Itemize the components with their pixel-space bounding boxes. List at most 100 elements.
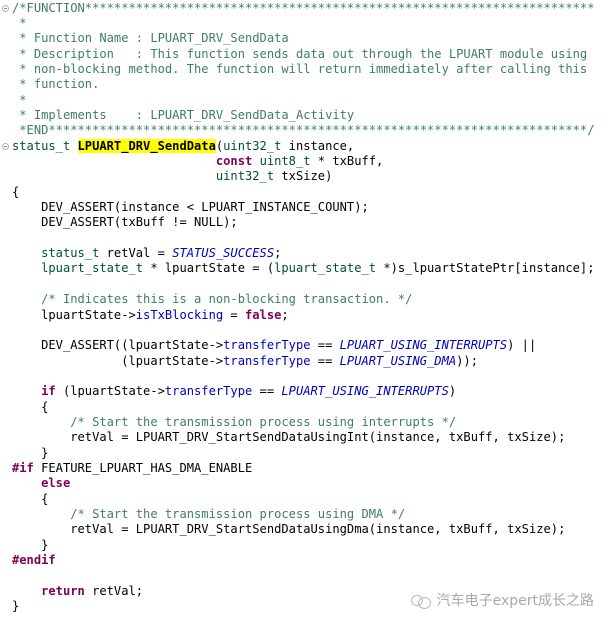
code-keyword: else: [41, 476, 71, 491]
fold-toggle-icon[interactable]: [2, 142, 9, 150]
code-line[interactable]: * Implements : LPUART_DRV_SendData_Activ…: [12, 108, 354, 123]
code-editor[interactable]: /*FUNCTION******************************…: [0, 0, 614, 629]
code-text: }: [12, 537, 49, 552]
code-comment: *END************************************…: [12, 123, 595, 138]
code-type: status_t: [12, 138, 78, 153]
code-text: retVal =: [99, 246, 173, 261]
code-line[interactable]: return retVal;: [12, 584, 143, 599]
code-comment: * Implements : LPUART_DRV_SendData_Activ…: [12, 107, 355, 122]
code-line[interactable]: if (lpuartState->transferType == LPUART_…: [12, 384, 456, 399]
code-text: }: [12, 599, 20, 614]
code-line[interactable]: }: [12, 538, 48, 553]
code-line[interactable]: {: [12, 492, 48, 507]
code-preprocessor: #endif: [12, 553, 56, 568]
code-comment: /* Start the transmission process using …: [12, 507, 406, 522]
code-line[interactable]: }: [12, 446, 48, 461]
code-comment: * function.: [12, 77, 100, 92]
code-text: DEV_ASSERT(instance < LPUART_INSTANCE_CO…: [12, 200, 369, 215]
code-text: ;: [274, 246, 282, 261]
code-line[interactable]: {: [12, 185, 19, 200]
code-comment: * non-blocking method. The function will…: [12, 61, 588, 76]
code-comment: * Function Name : LPUART_DRV_SendData: [12, 31, 289, 46]
code-line[interactable]: status_t LPUART_DRV_SendData(uint32_t in…: [12, 138, 354, 154]
code-type: uint32_t: [223, 138, 282, 153]
code-keyword: const: [215, 154, 253, 168]
code-text: {: [12, 399, 49, 414]
code-text: ));: [456, 353, 478, 368]
code-line[interactable]: DEV_ASSERT(instance < LPUART_INSTANCE_CO…: [12, 200, 369, 215]
code-enum-constant: LPUART_USING_INTERRUPTS: [339, 338, 508, 353]
code-text: (lpuartState->: [12, 353, 224, 368]
code-text: ==: [310, 353, 340, 368]
code-text: lpuartState->: [12, 307, 136, 322]
code-line[interactable]: lpuartState->isTxBlocking = false;: [12, 308, 289, 323]
code-text: ) ||: [507, 338, 537, 353]
code-line[interactable]: /* Indicates this is a non-blocking tran…: [12, 292, 412, 307]
code-type: lpuart_state_t: [41, 261, 144, 276]
code-line[interactable]: *: [12, 15, 27, 31]
code-field: transferType: [223, 353, 311, 368]
code-keyword: return: [41, 583, 85, 598]
code-line[interactable]: DEV_ASSERT(txBuff != NULL);: [12, 215, 238, 230]
code-text: ): [448, 384, 457, 399]
code-line[interactable]: * non-blocking method. The function will…: [12, 62, 587, 77]
code-type: lpuart_state_t: [274, 261, 377, 276]
code-field: transferType: [164, 384, 253, 399]
code-text: ==: [252, 384, 282, 399]
code-type: uint32_t: [215, 169, 275, 184]
code-line[interactable]: (lpuartState->transferType == LPUART_USI…: [12, 354, 478, 369]
code-line[interactable]: lpuart_state_t * lpuartState = (lpuart_s…: [12, 261, 595, 276]
code-line[interactable]: retVal = LPUART_DRV_StartSendDataUsingDm…: [12, 522, 565, 537]
code-text: * lpuartState = (: [143, 261, 275, 276]
code-text: * txBuff,: [310, 154, 384, 168]
code-line[interactable]: const uint8_t * txBuff,: [12, 154, 383, 169]
code-line[interactable]: * function.: [12, 77, 99, 92]
code-line[interactable]: * Description : This function sends data…: [12, 47, 587, 62]
code-text: {: [12, 491, 49, 506]
code-text: {: [12, 184, 20, 199]
code-line[interactable]: {: [12, 400, 48, 415]
code-line[interactable]: #endif: [12, 553, 56, 568]
code-type: status_t: [41, 246, 100, 261]
code-comment: /*FUNCTION******************************…: [12, 0, 595, 15]
code-line[interactable]: status_t retVal = STATUS_SUCCESS;: [12, 246, 281, 261]
code-line[interactable]: /* Start the transmission process using …: [12, 507, 405, 522]
fold-toggle-icon[interactable]: [2, 4, 9, 12]
code-comment: *: [12, 92, 27, 107]
code-text: (lpuartState->: [55, 384, 165, 399]
code-line[interactable]: retVal = LPUART_DRV_StartSendDataUsingIn…: [12, 430, 565, 445]
code-line[interactable]: /* Start the transmission process using …: [12, 415, 456, 430]
code-enum-constant: LPUART_USING_DMA: [339, 353, 457, 368]
code-line[interactable]: DEV_ASSERT((lpuartState->transferType ==…: [12, 338, 536, 353]
code-field: isTxBlocking: [135, 307, 224, 322]
code-text: retVal = LPUART_DRV_StartSendDataUsingIn…: [12, 430, 566, 445]
code-text: *)s_lpuartStatePtr[instance];: [376, 261, 595, 276]
code-type: uint8_t: [259, 154, 311, 168]
code-text: ==: [310, 338, 340, 353]
code-enum-constant: LPUART_USING_INTERRUPTS: [281, 384, 449, 399]
code-line[interactable]: * Function Name : LPUART_DRV_SendData: [12, 31, 289, 46]
code-text: DEV_ASSERT(txBuff != NULL);: [12, 215, 238, 230]
code-line[interactable]: *: [12, 92, 27, 108]
code-line[interactable]: /*FUNCTION******************************…: [12, 1, 594, 16]
code-comment: *: [12, 15, 27, 30]
code-line[interactable]: *END************************************…: [12, 123, 594, 138]
code-text: txSize): [274, 169, 333, 184]
code-line[interactable]: }: [12, 599, 19, 614]
code-text: DEV_ASSERT((lpuartState->: [12, 338, 224, 353]
code-line[interactable]: #if FEATURE_LPUART_HAS_DMA_ENABLE: [12, 461, 252, 476]
code-comment: /* Start the transmission process using …: [12, 414, 457, 429]
code-line[interactable]: else: [12, 476, 70, 491]
code-line[interactable]: uint32_t txSize): [12, 169, 333, 184]
function-name-highlight: LPUART_DRV_SendData: [77, 138, 216, 153]
code-text: retVal = LPUART_DRV_StartSendDataUsingDm…: [12, 522, 566, 537]
code-enum-constant: STATUS_SUCCESS: [172, 246, 275, 261]
